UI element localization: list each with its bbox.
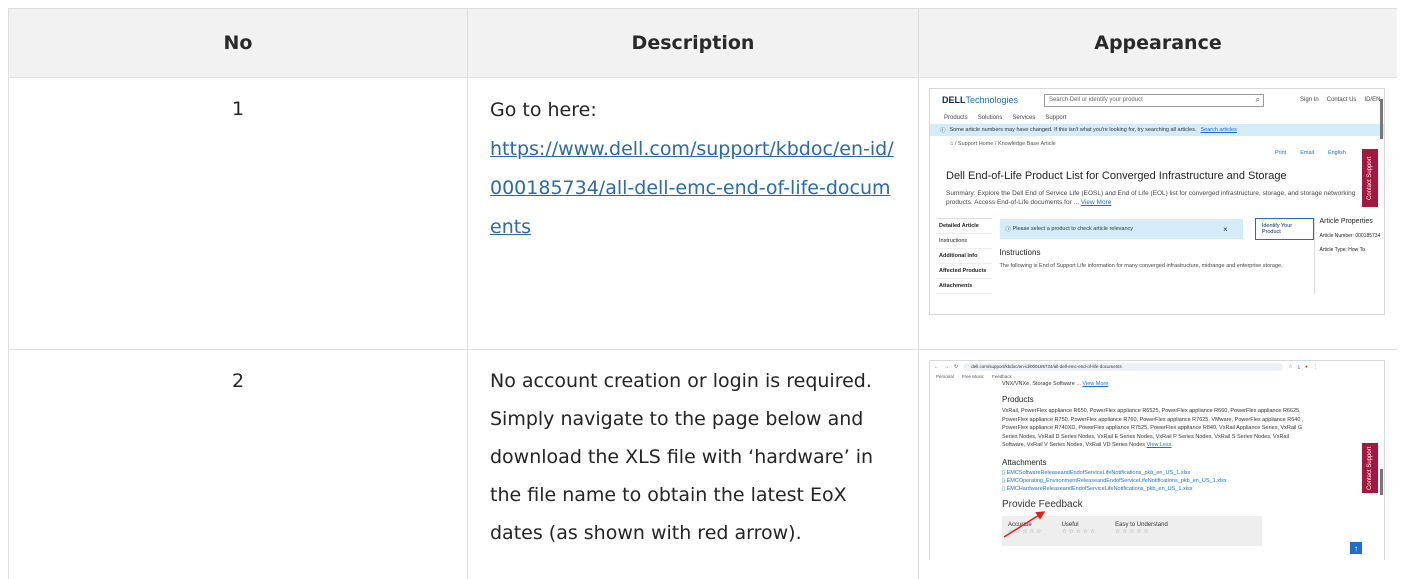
screenshot-attachments: ← → ↻ dell.com/support/kbdoc/en-id/00018…	[929, 360, 1385, 560]
language-link: English	[1327, 150, 1346, 156]
sidebar-item-attachments: Attachments	[936, 279, 992, 294]
locale-selector: ID/EN	[1364, 97, 1381, 103]
search-icon: ⌕	[1255, 94, 1261, 104]
eox-table-container: No Description Appearance 1 Go to here: …	[8, 8, 1397, 579]
sidebar-item-detailed-article: Detailed Article	[936, 219, 992, 234]
sidebar-item-instructions: Instructions	[936, 234, 992, 249]
nav-services: Services	[1012, 114, 1036, 121]
properties-title: Article Properties	[1319, 218, 1373, 225]
info-icon: ⓘ	[1005, 227, 1013, 233]
article-type: Article Type: How To	[1319, 247, 1365, 253]
row-number: 1	[8, 77, 468, 350]
table-row: 1 Go to here: https://www.dell.com/suppo…	[8, 77, 1397, 350]
header-no: No	[8, 8, 468, 78]
dell-logo: DELLTechnologies	[942, 95, 1019, 105]
info-banner: ⓘ Some article numbers may have changed.…	[930, 124, 1384, 136]
view-more-link: View More	[1080, 199, 1112, 206]
article-number: Article Number: 000185734	[1319, 233, 1381, 239]
search-articles-link: Search articles	[1200, 127, 1237, 133]
article-body: Detailed Article Instructions Additional…	[930, 218, 1384, 294]
close-icon: ×	[1223, 224, 1228, 234]
article-sidebar: Detailed Article Instructions Additional…	[936, 218, 992, 294]
email-link: Email	[1300, 150, 1314, 156]
header-actions: Sign In Contact Us ID/EN	[1300, 97, 1380, 103]
article-main: ⓘ Please select a product to check artic…	[992, 218, 1315, 294]
search-input: Search Dell or identify your product ⌕	[1044, 93, 1265, 107]
kb-article-link[interactable]: https://www.dell.com/support/kbdoc/en-id…	[490, 138, 894, 238]
sign-in-link: Sign In	[1300, 97, 1319, 103]
nav-support: Support	[1045, 114, 1067, 121]
site-header: DELLTechnologies Search Dell or identify…	[930, 89, 1384, 111]
red-arrow-icon	[1003, 511, 1046, 538]
row-description: Go to here: https://www.dell.com/support…	[467, 77, 919, 350]
row-number: 2	[8, 349, 468, 579]
row-description: No account creation or login is required…	[467, 349, 919, 579]
article-tools: Print Email English	[930, 150, 1384, 162]
header-description: Description	[467, 8, 919, 78]
sidebar-item-additional-info: Additional Info	[936, 249, 992, 264]
print-link: Print	[1274, 150, 1287, 156]
description-text: Go to here:	[490, 99, 597, 121]
breadcrumb: ⌂ / Support Home / Knowledge Base Articl…	[950, 141, 1056, 147]
instructions-text: The following is End of Support Life inf…	[999, 263, 1283, 269]
article-properties: Article Properties Article Number: 00018…	[1314, 218, 1384, 294]
header-appearance: Appearance	[918, 8, 1397, 78]
nav-products: Products	[944, 114, 968, 121]
table-row: 2 No account creation or login is requir…	[8, 349, 1397, 579]
site-nav: Products Solutions Services Support	[930, 111, 1384, 124]
instructions-heading: Instructions	[999, 248, 1041, 257]
sidebar-item-affected-products: Affected Products	[936, 264, 992, 279]
contact-us-link: Contact Us	[1326, 97, 1357, 103]
row-appearance: DELLTechnologies Search Dell or identify…	[918, 77, 1397, 350]
contact-support-tab: Contact Support	[1362, 149, 1378, 207]
article-title: Dell End-of-Life Product List for Conver…	[946, 170, 1287, 182]
nav-solutions: Solutions	[977, 114, 1003, 121]
screenshot-kb-article: DELLTechnologies Search Dell or identify…	[929, 88, 1385, 315]
eox-table: No Description Appearance 1 Go to here: …	[8, 8, 1397, 579]
row-appearance: ← → ↻ dell.com/support/kbdoc/en-id/00018…	[918, 349, 1397, 579]
table-header-row: No Description Appearance	[8, 8, 1397, 78]
identify-product-button: Identify Your Product	[1254, 218, 1315, 240]
product-alert: ⓘ Please select a product to check artic…	[999, 219, 1243, 239]
article-summary: Summary: Explore the Dell End of Service…	[946, 190, 1356, 206]
info-icon: ⓘ	[940, 128, 946, 134]
scrollbar	[1380, 99, 1383, 139]
